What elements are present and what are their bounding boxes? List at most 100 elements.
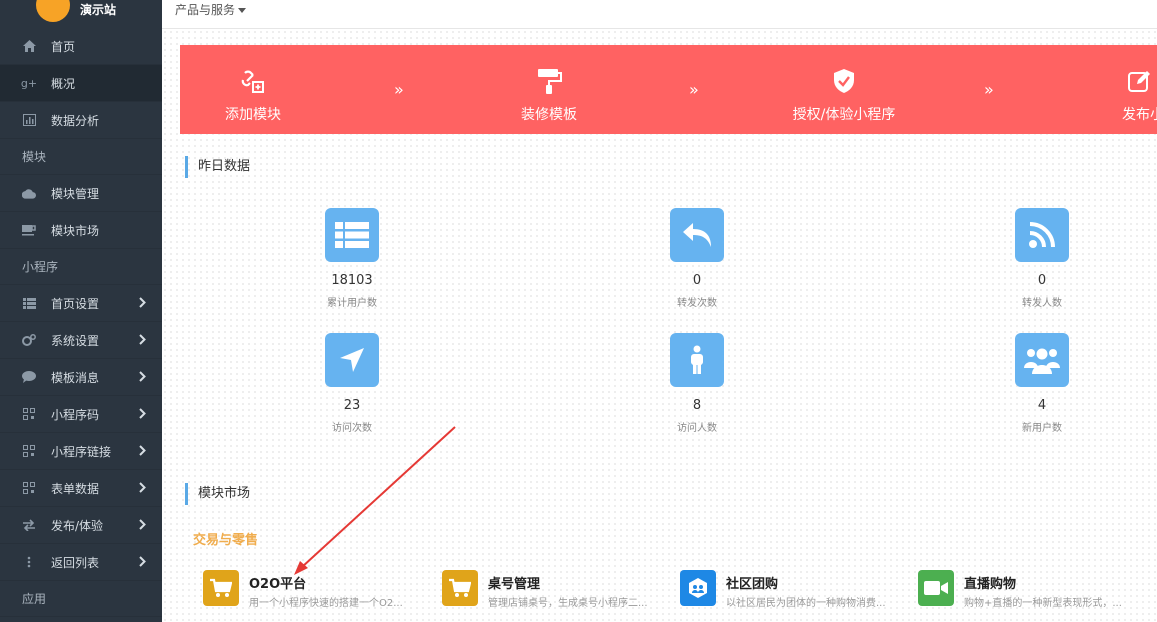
stat-label: 累计用户数 bbox=[327, 298, 377, 309]
location-arrow-icon bbox=[325, 333, 379, 387]
setup-steps-banner: 添加模块 » 装修模板 » 授权/体验小程序 » 发布小程 bbox=[180, 45, 1157, 134]
sidebar: 演示站 首页 g+ 概况 数据分析 模块 模块管理 模块市场 小程序 首页设置 bbox=[0, 0, 162, 622]
exchange-icon bbox=[22, 518, 36, 532]
module-community-group-buy[interactable]: 社区团购 以社区居民为团体的一种购物消费... bbox=[680, 570, 915, 609]
bar-chart-icon bbox=[22, 113, 36, 127]
qrcode-icon bbox=[22, 407, 36, 421]
home-icon bbox=[22, 39, 36, 53]
sidebar-item-label: 首页 bbox=[51, 39, 76, 54]
products-services-menu[interactable]: 产品与服务 bbox=[175, 1, 247, 18]
sidebar-item-label: 概况 bbox=[51, 76, 76, 91]
link-plus-icon bbox=[239, 67, 267, 95]
products-services-label: 产品与服务 bbox=[175, 3, 236, 17]
module-o2o-platform[interactable]: O2O平台 用一个小程序快速的搭建一个O2... bbox=[203, 570, 438, 609]
stat-label: 新用户数 bbox=[1022, 423, 1062, 434]
step-decorate-template[interactable]: 装修模板 bbox=[464, 45, 634, 134]
list-icon bbox=[22, 296, 36, 310]
paint-roller-icon bbox=[535, 67, 563, 95]
comment-icon bbox=[22, 370, 36, 384]
module-live-shopping[interactable]: 直播购物 购物+直播的一种新型表现形式，... bbox=[918, 570, 1153, 609]
stat-total-users: 18103 累计用户数 bbox=[292, 208, 412, 309]
coffee-icon bbox=[22, 223, 36, 237]
chevron-right-icon bbox=[139, 334, 146, 348]
sidebar-item-label: 模块市场 bbox=[51, 223, 100, 238]
google-plus-icon: g+ bbox=[20, 76, 38, 90]
brand-name: 演示站 bbox=[80, 3, 117, 17]
sidebar-item-miniapp-code[interactable]: 小程序码 bbox=[0, 396, 162, 433]
sidebar-item-module-market[interactable]: 模块市场 bbox=[0, 212, 162, 249]
brand[interactable]: 演示站 bbox=[0, 0, 162, 28]
sidebar-item-form-data[interactable]: 表单数据 bbox=[0, 470, 162, 507]
sidebar-item-label: 发布/体验 bbox=[51, 518, 104, 533]
sidebar-item-overview[interactable]: g+ 概况 bbox=[0, 65, 162, 102]
chevron-right-icon bbox=[139, 482, 146, 496]
cart-icon bbox=[442, 570, 478, 606]
module-desc: 购物+直播的一种新型表现形式，... bbox=[964, 598, 1122, 609]
sidebar-item-home-settings[interactable]: 首页设置 bbox=[0, 285, 162, 322]
cart-icon bbox=[203, 570, 239, 606]
sidebar-item-label: 首页设置 bbox=[51, 296, 100, 311]
cogs-icon bbox=[22, 333, 36, 347]
module-name: O2O平台 bbox=[249, 577, 307, 592]
stat-share-count: 0 转发次数 bbox=[637, 208, 757, 309]
stat-label: 转发人数 bbox=[1022, 298, 1062, 309]
sidebar-item-back-to-list[interactable]: 返回列表 bbox=[0, 544, 162, 581]
chevron-right-icon bbox=[139, 445, 146, 459]
shield-check-icon bbox=[830, 67, 858, 95]
sidebar-item-template-messages[interactable]: 模板消息 bbox=[0, 359, 162, 396]
qrcode-icon bbox=[22, 444, 36, 458]
sidebar-item-label: 模块管理 bbox=[51, 186, 100, 201]
step-authorize-miniapp[interactable]: 授权/体验小程序 bbox=[759, 45, 929, 134]
chevron-right-icon bbox=[139, 556, 146, 570]
sidebar-item-label: 模板消息 bbox=[51, 370, 100, 385]
step-add-module[interactable]: 添加模块 bbox=[168, 45, 338, 134]
sidebar-item-label: 数据分析 bbox=[51, 113, 100, 128]
category-title: 交易与零售 bbox=[193, 533, 259, 548]
sidebar-item-analytics[interactable]: 数据分析 bbox=[0, 102, 162, 139]
sidebar-item-home[interactable]: 首页 bbox=[0, 28, 162, 65]
cloud-icon bbox=[22, 186, 36, 200]
module-table-management[interactable]: 桌号管理 管理店铺桌号，生成桌号小程序二... bbox=[442, 570, 677, 609]
module-desc: 以社区居民为团体的一种购物消费... bbox=[726, 598, 886, 609]
chevron-right-icon bbox=[139, 519, 146, 533]
step-label: 添加模块 bbox=[225, 107, 281, 123]
double-chevron-icon: » bbox=[689, 80, 699, 99]
double-chevron-icon: » bbox=[394, 80, 404, 99]
step-label: 发布小程 bbox=[1122, 107, 1157, 123]
sidebar-group-app: 应用 bbox=[0, 581, 162, 617]
stat-label: 转发次数 bbox=[677, 298, 717, 309]
stat-visit-users: 8 访问人数 bbox=[637, 333, 757, 434]
stat-visit-count: 23 访问次数 bbox=[292, 333, 412, 434]
stat-label: 访问次数 bbox=[332, 423, 372, 434]
step-label: 授权/体验小程序 bbox=[792, 107, 896, 123]
module-desc: 管理店铺桌号，生成桌号小程序二... bbox=[488, 598, 648, 609]
sidebar-item-label: 返回列表 bbox=[51, 555, 100, 570]
module-name: 桌号管理 bbox=[488, 577, 541, 592]
stat-value: 0 bbox=[1037, 273, 1047, 288]
stat-value: 18103 bbox=[331, 273, 373, 288]
chevron-right-icon bbox=[139, 297, 146, 311]
male-icon bbox=[670, 333, 724, 387]
module-name: 直播购物 bbox=[964, 577, 1017, 592]
stat-new-users: 4 新用户数 bbox=[982, 333, 1102, 434]
sidebar-item-system-settings[interactable]: 系统设置 bbox=[0, 322, 162, 359]
sidebar-item-publish[interactable]: 发布/体验 bbox=[0, 507, 162, 544]
caret-down-icon bbox=[238, 8, 247, 13]
module-name: 社区团购 bbox=[726, 577, 779, 592]
stat-label: 访问人数 bbox=[677, 423, 717, 434]
main-content: 添加模块 » 装修模板 » 授权/体验小程序 » 发布小程 昨日数据 bbox=[162, 29, 1157, 622]
rss-icon bbox=[1015, 208, 1069, 262]
module-market-title: 模块市场 bbox=[185, 483, 250, 505]
stat-value: 23 bbox=[343, 398, 361, 413]
step-label: 装修模板 bbox=[521, 107, 577, 123]
step-publish-miniapp[interactable]: 发布小程 bbox=[1054, 45, 1157, 134]
stat-value: 8 bbox=[692, 398, 702, 413]
sidebar-item-miniapp-link[interactable]: 小程序链接 bbox=[0, 433, 162, 470]
yesterday-data-title: 昨日数据 bbox=[185, 156, 250, 178]
ellipsis-vertical-icon bbox=[22, 555, 36, 569]
video-camera-icon bbox=[918, 570, 954, 606]
sidebar-group-modules: 模块 bbox=[0, 139, 162, 175]
sidebar-item-module-manage[interactable]: 模块管理 bbox=[0, 175, 162, 212]
sidebar-item-label: 表单数据 bbox=[51, 481, 100, 496]
sidebar-group-miniapp: 小程序 bbox=[0, 249, 162, 285]
